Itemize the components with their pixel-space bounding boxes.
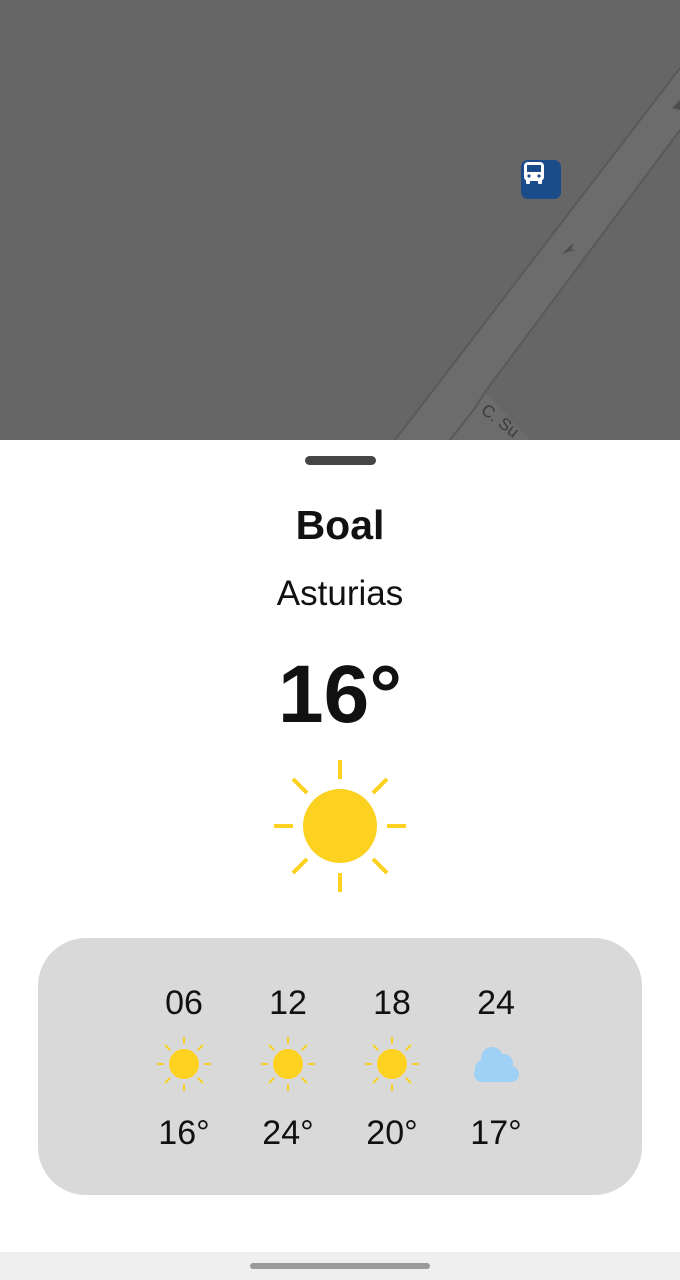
cloud-icon (474, 1047, 519, 1082)
bus-icon (524, 162, 544, 184)
forecast-slot: 24 17° (444, 938, 548, 1195)
weather-bottom-sheet: Boal Asturias 16° 06 16° 12 24° 18 20° 2… (0, 440, 680, 1252)
forecast-hour: 12 (269, 984, 307, 1022)
forecast-temperature: 16° (158, 1114, 210, 1152)
forecast-slot: 06 16° (132, 938, 236, 1195)
sun-icon (274, 760, 406, 892)
forecast-slot: 18 20° (340, 938, 444, 1195)
city-name: Boal (295, 502, 385, 548)
forecast-hour: 24 (477, 984, 515, 1022)
forecast-temperature: 17° (470, 1114, 522, 1152)
bus-stop-marker[interactable] (521, 160, 561, 199)
forecast-temperature: 20° (366, 1114, 418, 1152)
system-navigation-bar (0, 1252, 680, 1280)
sun-icon (157, 1037, 211, 1091)
current-temperature: 16° (277, 649, 402, 740)
hourly-forecast-panel: 06 16° 12 24° 18 20° 24 17° (38, 938, 642, 1195)
home-gesture-handle[interactable] (250, 1263, 430, 1269)
region-name: Asturias (276, 574, 404, 613)
sheet-drag-handle[interactable] (305, 456, 376, 465)
sun-icon (365, 1037, 419, 1091)
map-streets: C. Su (394, 67, 680, 440)
map-view[interactable]: C. Su (0, 0, 680, 440)
sun-icon (261, 1037, 315, 1091)
forecast-hour: 18 (373, 984, 411, 1022)
forecast-hour: 06 (165, 984, 203, 1022)
forecast-temperature: 24° (262, 1114, 314, 1152)
forecast-slot: 12 24° (236, 938, 340, 1195)
